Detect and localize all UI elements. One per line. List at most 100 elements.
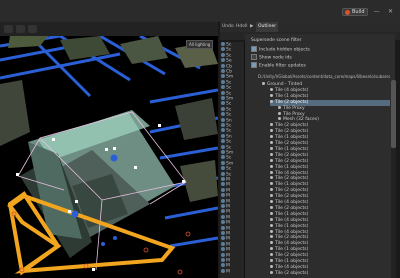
item-icon — [221, 214, 225, 219]
3d-viewport[interactable] — [0, 36, 218, 278]
node-icon — [270, 164, 273, 168]
node-icon — [278, 117, 281, 121]
tree-row-label: Tile (1 objects) — [275, 223, 309, 229]
node-icon — [270, 135, 273, 139]
item-icon — [221, 231, 225, 235]
node-icon — [270, 264, 273, 268]
tree-row-label: Tile (4 objects) — [275, 264, 309, 270]
node-icon — [270, 188, 273, 192]
tree-row-label: Tile (2 objects) — [275, 123, 309, 129]
close-button[interactable]: ✕ — [386, 8, 395, 16]
node-icon — [262, 82, 265, 85]
item-icon — [221, 106, 225, 111]
tree-row-label: Tile Proxy — [283, 105, 305, 111]
outliner-scrollbar[interactable] — [391, 80, 396, 278]
node-icon — [270, 93, 273, 97]
node-icon — [270, 229, 273, 233]
tree-row-label: Tile (2 objects) — [275, 235, 309, 241]
item-icon — [221, 258, 225, 262]
tree-row-label: Tile (2 objects) — [275, 141, 309, 146]
include-hidden-checkbox[interactable] — [251, 46, 257, 52]
show-node-ids-label: Show node ids — [259, 55, 292, 61]
node-icon — [270, 176, 273, 180]
item-icon — [221, 42, 225, 46]
tree-row-label: Tile (4 objects) — [275, 217, 309, 223]
select-tool-icon[interactable] — [4, 25, 13, 33]
tree-row-label: Tile (2 objects) — [275, 270, 309, 276]
titlebar: Build — ✕ — [0, 0, 400, 23]
item-icon — [221, 133, 225, 138]
item-icon — [221, 220, 225, 225]
node-icon — [270, 123, 273, 127]
viewport-lighting-label[interactable]: All lighting — [186, 40, 214, 49]
node-icon — [270, 129, 273, 133]
live-filter-checkbox[interactable] — [251, 62, 257, 68]
include-hidden-option[interactable]: Include hidden objects — [251, 46, 310, 53]
tab-arrow[interactable]: ▶ — [248, 22, 255, 32]
node-icon — [270, 170, 273, 174]
item-icon — [221, 123, 225, 127]
node-icon — [270, 182, 273, 186]
tree-row-label: Tile (1 objects) — [275, 146, 309, 152]
build-label: Build — [352, 9, 365, 15]
viewport-scene — [0, 36, 218, 278]
item-icon — [221, 209, 225, 214]
tree-row-label: Tile (2 objects) — [275, 253, 309, 259]
item-icon — [221, 69, 225, 73]
tree-row-label: Tile (2 objects) — [275, 129, 309, 135]
tree-row-label: Tile (1 objects) — [275, 182, 309, 188]
item-icon — [221, 166, 225, 171]
tree-row-label: Tile (2 objects) — [275, 99, 309, 105]
left-list-label: M — [226, 269, 230, 275]
item-icon — [221, 139, 225, 144]
node-icon — [270, 223, 273, 227]
viewport-toolbar — [0, 22, 218, 37]
tree-row-label: Tile (2 objects) — [275, 188, 309, 194]
build-button[interactable]: Build — [342, 8, 368, 16]
item-icon — [221, 101, 225, 106]
live-filter-option[interactable]: Enable filter updates — [251, 62, 306, 69]
tree-row-label: Tile (1 objects) — [275, 135, 309, 141]
item-icon — [221, 241, 225, 246]
item-icon — [221, 236, 225, 241]
item-icon — [221, 204, 225, 208]
tab-outliner[interactable]: Outliner — [256, 22, 279, 32]
item-icon — [221, 117, 225, 122]
node-icon — [270, 158, 273, 162]
item-icon — [221, 247, 225, 252]
item-icon — [221, 177, 225, 181]
tree-row-label: Tile (2 objects) — [275, 158, 309, 164]
node-icon — [270, 247, 273, 251]
item-icon — [221, 128, 225, 133]
item-icon — [221, 112, 225, 117]
node-icon — [270, 259, 273, 262]
live-filter-label: Enable filter updates — [259, 63, 306, 69]
show-node-ids-checkbox[interactable] — [251, 54, 257, 60]
map-path: D:/Unity/VGlobal/Assets/content/data_cor… — [258, 74, 390, 79]
item-icon — [221, 198, 225, 203]
node-icon — [270, 253, 273, 257]
left-list-item[interactable]: M — [221, 268, 243, 275]
node-icon — [270, 146, 273, 150]
tree-row-label: Tile (2 objects) — [275, 176, 309, 182]
item-icon — [221, 268, 225, 273]
node-icon — [270, 194, 273, 198]
item-icon — [221, 171, 225, 176]
node-icon — [270, 87, 273, 91]
move-tool-icon[interactable] — [16, 25, 25, 33]
item-icon — [221, 74, 225, 79]
tree-row-label: Tile (4 objects) — [275, 87, 309, 93]
show-node-ids-option[interactable]: Show node ids — [251, 54, 292, 61]
tree-row-label: Tile (1 objects) — [275, 211, 309, 217]
item-icon — [221, 150, 225, 154]
rotate-tool-icon[interactable] — [28, 25, 37, 33]
node-icon — [270, 217, 273, 221]
left-column-list: Sc Sc Sc Se Cb Cb Sm Sc Sc Sc Sm Sc Sc Sc Sn Sc Sc Sn Sc Sc… — [220, 42, 245, 278]
tree-row-label: Ground - Tinted — [267, 82, 303, 87]
minimize-button[interactable]: — — [372, 8, 381, 16]
tree-row-label: Mesh (32 faces) — [283, 117, 319, 123]
tree-row-label: Tile (1 objects) — [275, 93, 309, 99]
scroll-thumb[interactable] — [391, 80, 396, 148]
include-hidden-label: Include hidden objects — [259, 47, 310, 53]
tree-row[interactable]: Tile (2 objects) — [270, 270, 390, 277]
